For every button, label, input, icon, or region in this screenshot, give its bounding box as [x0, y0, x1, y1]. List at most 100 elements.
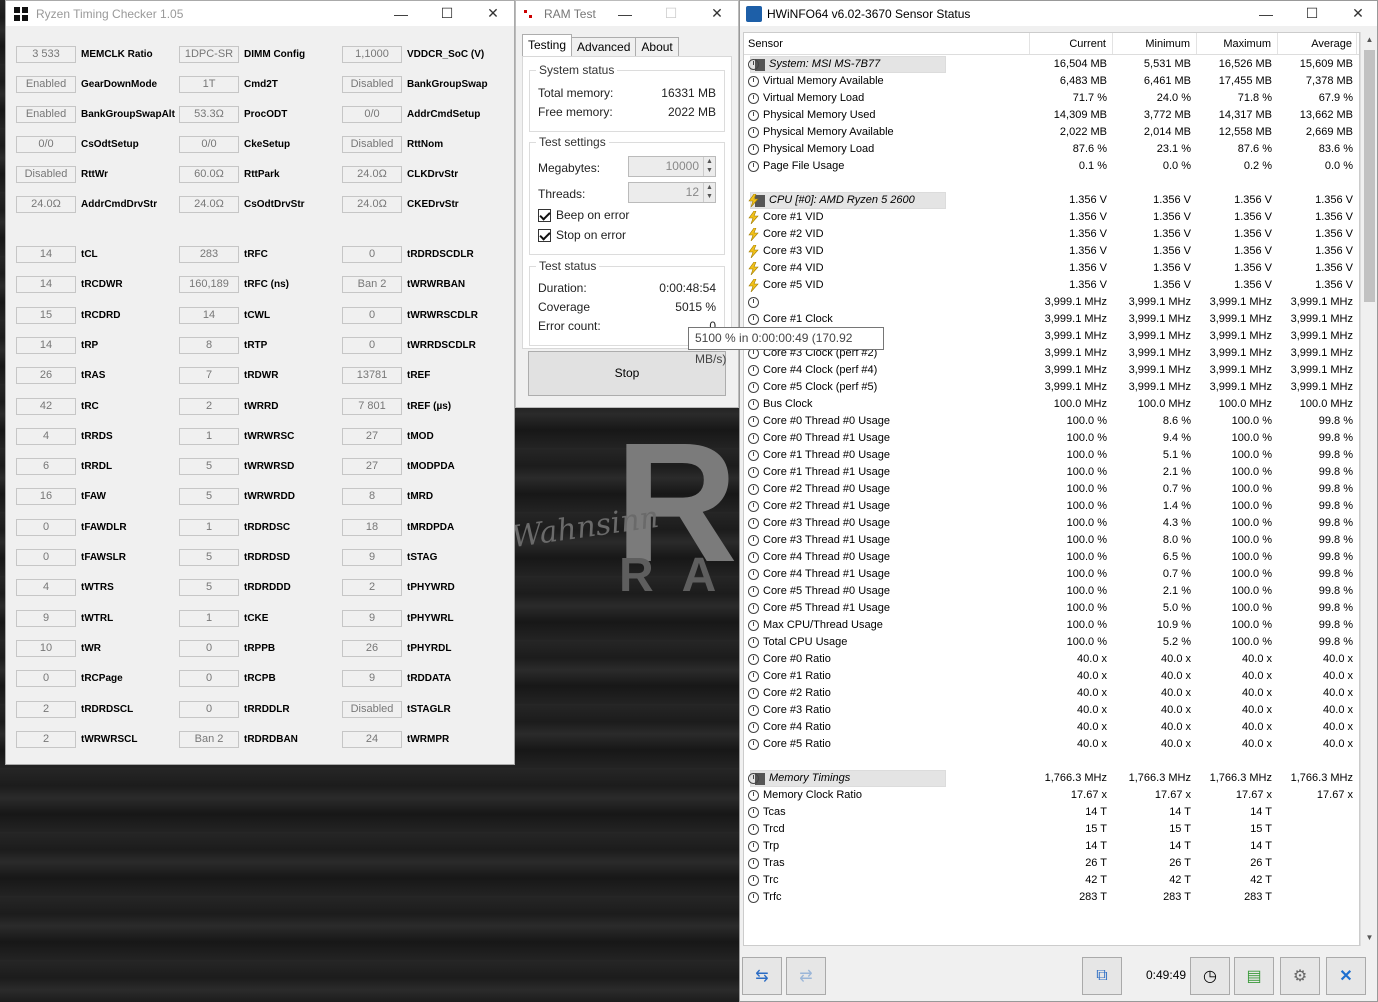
sensor-row[interactable]: Core #3 Ratio 40.0 x 40.0 x 40.0 x 40.0 x [744, 702, 1359, 719]
column-minimum[interactable]: Minimum [1113, 33, 1197, 54]
close-sensors-button[interactable]: ✕ [1326, 957, 1366, 995]
logging-button[interactable]: ▤ [1234, 957, 1274, 995]
sensor-row[interactable]: Core #4 Thread #1 Usage 100.0 % 0.7 % 100.0… [744, 566, 1359, 583]
timing-field: Enabled BankGroupSwapAlt [16, 104, 175, 124]
sensor-row[interactable]: Core #2 Thread #1 Usage 100.0 % 1.4 % 100.0… [744, 498, 1359, 515]
column-current[interactable]: Current [1030, 33, 1113, 54]
sensor-row[interactable]: Core #5 VID 1.356 V 1.356 V 1.356 V 1.356 V [744, 277, 1359, 294]
free-memory-label: Free memory: [538, 105, 613, 119]
sensor-group-row[interactable]: CPU [#0]: AMD Ryzen 5 2600 [750, 192, 946, 209]
hwinfo-app-icon [746, 5, 762, 22]
column-sensor[interactable]: Sensor [744, 33, 1030, 54]
sensor-group-row[interactable]: System: MSI MS-7B77 [750, 56, 946, 73]
sensor-row[interactable]: Total CPU Usage 100.0 % 5.2 % 100.0 % 99.8 % [744, 634, 1359, 651]
settings-button[interactable]: ⚙ [1280, 957, 1320, 995]
sensor-row[interactable]: Core #0 Thread #1 Usage 100.0 % 9.4 % 100.0… [744, 430, 1359, 447]
sensor-row[interactable]: Virtual Memory Available 6,483 MB 6,461 MB… [744, 73, 1359, 90]
stop-on-error-checkbox[interactable]: Stop on error [538, 228, 626, 242]
navigate-arrows-button[interactable]: ⇆ [742, 957, 782, 995]
beep-on-error-checkbox[interactable]: Beep on error [538, 208, 629, 222]
sensor-row[interactable]: Tras 26 T 26 T 26 T [744, 855, 1359, 872]
sensor-row[interactable]: Core #2 Thread #0 Usage 100.0 % 0.7 % 100.0… [744, 481, 1359, 498]
clock-reset-button[interactable]: ◷ [1190, 957, 1230, 995]
scroll-up-icon[interactable]: ▲ [1361, 32, 1378, 48]
network-button[interactable]: ⧉ [1082, 957, 1122, 995]
sensor-row[interactable]: 3,999.1 MHz 3,999.1 MHz 3,999.1 MHz 3,999.1… [744, 294, 1359, 311]
sensor-row[interactable]: Core #1 Thread #0 Usage 100.0 % 5.1 % 100.0… [744, 447, 1359, 464]
sensor-row[interactable]: Trc 42 T 42 T 42 T [744, 872, 1359, 889]
sensor-row[interactable]: Trp 14 T 14 T 14 T [744, 838, 1359, 855]
sensor-row[interactable]: Core #5 Thread #1 Usage 100.0 % 5.0 % 100.0… [744, 600, 1359, 617]
sensor-row[interactable]: Core #3 VID 1.356 V 1.356 V 1.356 V 1.356 V [744, 243, 1359, 260]
tab-advanced[interactable]: Advanced [571, 37, 637, 57]
minimize-button[interactable]: — [602, 1, 648, 26]
minimize-button[interactable]: — [1243, 1, 1289, 26]
checkbox-checked-icon[interactable] [538, 228, 551, 242]
sensor-row[interactable]: Core #1 Thread #1 Usage 100.0 % 2.1 % 100.0… [744, 464, 1359, 481]
sensor-row[interactable]: Core #5 Thread #0 Usage 100.0 % 2.1 % 100.0… [744, 583, 1359, 600]
sensor-row[interactable]: Physical Memory Load 87.6 % 23.1 % 87.6 % 83… [744, 141, 1359, 158]
maximize-button[interactable]: ☐ [1289, 1, 1335, 26]
sensor-minimum: 42 T [1169, 874, 1191, 886]
sensor-row[interactable]: Physical Memory Used 14,309 MB 3,772 MB 14,… [744, 107, 1359, 124]
sensor-row[interactable]: Max CPU/Thread Usage 100.0 % 10.9 % 100.0 %… [744, 617, 1359, 634]
sensor-row[interactable]: Core #3 Thread #1 Usage 100.0 % 8.0 % 100.0… [744, 532, 1359, 549]
sensor-row[interactable]: Core #1 Ratio 40.0 x 40.0 x 40.0 x 40.0 x [744, 668, 1359, 685]
sensor-row[interactable]: Virtual Memory Load 71.7 % 24.0 % 71.8 % 67.… [744, 90, 1359, 107]
timing-label: tWRWRSCL [81, 733, 138, 745]
sensor-clock-icon [748, 620, 759, 631]
maximize-button[interactable]: ☐ [424, 1, 470, 26]
sensor-row[interactable]: Core #5 Clock (perf #5) 3,999.1 MHz 3,999.… [744, 379, 1359, 396]
sensor-maximum: 100.0 % [1231, 449, 1272, 461]
spin-arrows-icon[interactable]: ▲ ▼ [703, 183, 715, 202]
sensor-group-row[interactable]: Memory Timings [750, 770, 946, 787]
tab-about[interactable]: About [635, 37, 679, 57]
sensor-average: 40.0 x [1323, 704, 1353, 716]
sensor-maximum: 40.0 x [1242, 738, 1272, 750]
sensor-maximum: 100.0 % [1231, 602, 1272, 614]
column-maximum[interactable]: Maximum [1197, 33, 1278, 54]
sensor-row[interactable]: Trcd 15 T 15 T 15 T [744, 821, 1359, 838]
sensor-row[interactable]: Core #4 Ratio 40.0 x 40.0 x 40.0 x 40.0 x [744, 719, 1359, 736]
collapse-arrows-button[interactable]: ⇄ [786, 957, 826, 995]
close-icon: ✕ [1339, 968, 1353, 985]
sensor-maximum: 1.356 V [1234, 245, 1272, 257]
timing-value: 8 [179, 336, 239, 354]
sensor-row[interactable]: Core #2 VID 1.356 V 1.356 V 1.356 V 1.356 V [744, 226, 1359, 243]
spin-arrows-icon[interactable]: ▲ ▼ [703, 157, 715, 176]
close-button[interactable]: ✕ [694, 1, 740, 26]
sensor-row[interactable]: Core #1 VID 1.356 V 1.356 V 1.356 V 1.356 V [744, 209, 1359, 226]
sensor-average: 99.8 % [1318, 432, 1353, 444]
sensor-row[interactable]: Core #0 Ratio 40.0 x 40.0 x 40.0 x 40.0 x [744, 651, 1359, 668]
sensor-row[interactable]: Core #2 Ratio 40.0 x 40.0 x 40.0 x 40.0 x [744, 685, 1359, 702]
timing-label: Cmd2T [244, 78, 278, 90]
sensor-row[interactable]: Core #1 Clock 3,999.1 MHz 3,999.1 MHz 3,999… [744, 311, 1359, 328]
close-button[interactable]: ✕ [470, 1, 516, 26]
sensor-name: Bus Clock [763, 398, 813, 410]
scroll-thumb[interactable] [1364, 50, 1375, 302]
sensor-row[interactable]: Core #4 Clock (perf #4) 3,999.1 MHz 3,999.… [744, 362, 1359, 379]
sensor-row[interactable]: Page File Usage 0.1 % 0.0 % 0.2 % 0.0 % [744, 158, 1359, 175]
sensor-row[interactable]: Bus Clock 100.0 MHz 100.0 MHz 100.0 MHz 100.… [744, 396, 1359, 413]
timing-value: 8 [342, 487, 402, 505]
sensor-row[interactable]: Core #3 Thread #0 Usage 100.0 % 4.3 % 100.0… [744, 515, 1359, 532]
sensor-name: Core #4 Clock (perf #4) [763, 364, 878, 376]
checkbox-checked-icon[interactable] [538, 208, 551, 222]
tab-testing[interactable]: Testing [522, 34, 573, 57]
sensor-row[interactable]: Physical Memory Available 2,022 MB 2,014 M… [744, 124, 1359, 141]
column-average[interactable]: Average [1278, 33, 1357, 54]
sensor-scrollbar[interactable]: ▲ ▼ [1360, 32, 1377, 946]
scroll-down-icon[interactable]: ▼ [1361, 930, 1378, 946]
sensor-row[interactable]: Core #0 Thread #0 Usage 100.0 % 8.6 % 100.0… [744, 413, 1359, 430]
sensor-row[interactable]: Core #4 Thread #0 Usage 100.0 % 6.5 % 100.0… [744, 549, 1359, 566]
sensor-row[interactable]: Memory Clock Ratio 17.67 x 17.67 x 17.67 x 1… [744, 787, 1359, 804]
elapsed-timer: 0:49:49 [1146, 968, 1187, 982]
sensor-row[interactable]: Core #5 Ratio 40.0 x 40.0 x 40.0 x 40.0 x [744, 736, 1359, 753]
sensor-row[interactable]: Tcas 14 T 14 T 14 T [744, 804, 1359, 821]
threads-input[interactable]: 12 ▲ ▼ [628, 182, 716, 203]
close-button[interactable]: ✕ [1335, 1, 1378, 26]
sensor-row[interactable]: Trfc 283 T 283 T 283 T [744, 889, 1359, 906]
sensor-row[interactable]: Core #4 VID 1.356 V 1.356 V 1.356 V 1.356 V [744, 260, 1359, 277]
megabytes-input[interactable]: 10000 ▲ ▼ [628, 156, 716, 177]
minimize-button[interactable]: — [378, 1, 424, 26]
